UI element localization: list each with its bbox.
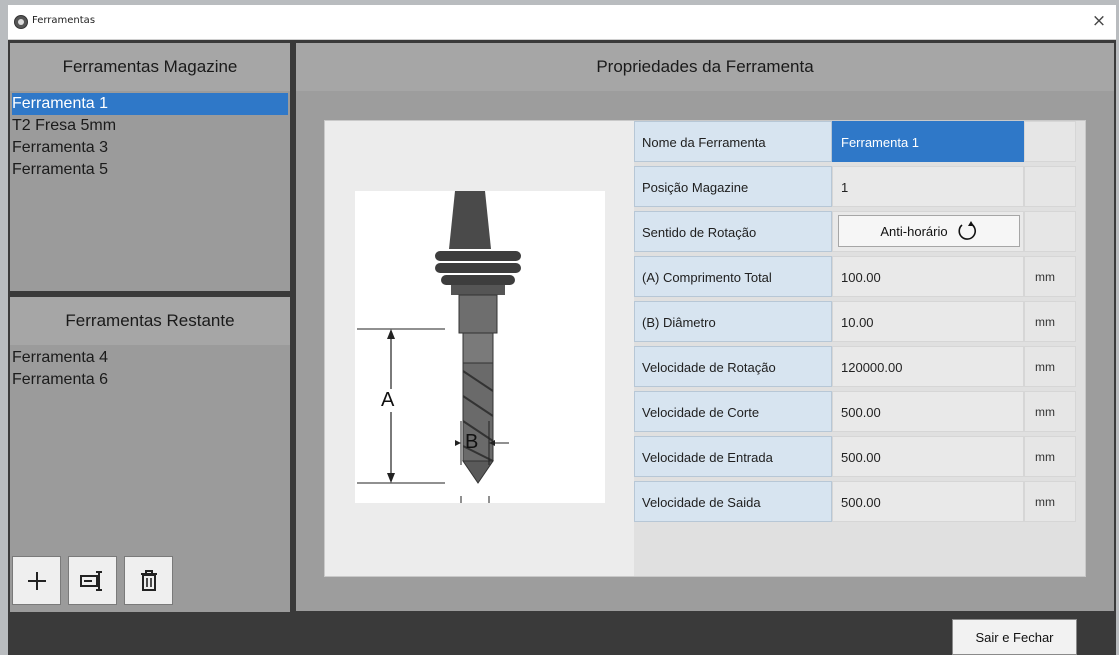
plus-icon [27,571,46,590]
row-unit: mm [1024,391,1076,432]
restante-list[interactable]: Ferramenta 4 Ferramenta 6 [10,345,290,393]
rotation-direction-button[interactable]: Anti-horário [838,215,1020,247]
properties-header: Propriedades da Ferramenta [296,43,1114,91]
row-label: Velocidade de Rotação [634,346,832,387]
list-item[interactable]: Ferramenta 5 [12,159,288,181]
trash-icon [140,569,157,591]
magazine-header: Ferramentas Magazine [10,43,290,91]
list-item[interactable]: Ferramenta 6 [12,369,288,391]
properties-panel: Propriedades da Ferramenta A B Nome da F… [296,43,1114,611]
title-bar: Ferramentas × [8,5,1116,40]
table-row: Velocidade de Entrada 500.00 mm [634,436,1085,478]
tool-window: Ferramentas × Ferramentas Magazine Ferra… [8,5,1116,655]
table-row: Sentido de Rotação Anti-horário [634,211,1085,253]
total-length-field[interactable]: 100.00 [832,256,1024,297]
add-tool-button[interactable] [12,556,61,605]
magazine-list[interactable]: Ferramenta 1 T2 Fresa 5mm Ferramenta 3 F… [10,91,290,183]
window-title: Ferramentas [32,15,96,26]
row-label: Sentido de Rotação [634,211,832,252]
row-label: Posição Magazine [634,166,832,207]
diameter-field[interactable]: 10.00 [832,301,1024,342]
row-unit: mm [1024,436,1076,477]
tool-name-field[interactable]: Ferramenta 1 [832,121,1024,162]
properties-grid: Nome da Ferramenta Ferramenta 1 Posição … [634,121,1085,576]
exit-speed-field[interactable]: 500.00 [832,481,1024,522]
table-row: (B) Diâmetro 10.00 mm [634,301,1085,343]
row-label: (B) Diâmetro [634,301,832,342]
entry-speed-field[interactable]: 500.00 [832,436,1024,477]
list-item[interactable]: Ferramenta 4 [12,347,288,369]
dimension-b-label: B [465,431,479,453]
table-row: Velocidade de Corte 500.00 mm [634,391,1085,433]
bottom-bar [8,612,1116,655]
rotate-icon [958,221,976,240]
dimension-a-label: A [381,389,395,412]
row-unit: mm [1024,481,1076,522]
row-unit: mm [1024,256,1076,297]
row-label: (A) Comprimento Total [634,256,832,297]
rotation-speed-field[interactable]: 120000.00 [832,346,1024,387]
dimension-b: B [441,421,525,465]
row-unit [1024,211,1076,252]
table-row: Nome da Ferramenta Ferramenta 1 [634,121,1085,163]
row-unit: mm [1024,346,1076,387]
rotation-direction-label: Anti-horário [880,223,948,239]
row-label: Velocidade de Corte [634,391,832,432]
rename-tool-button[interactable] [68,556,117,605]
list-item[interactable]: T2 Fresa 5mm [12,115,288,137]
delete-tool-button[interactable] [124,556,173,605]
close-icon[interactable]: × [1090,11,1108,31]
list-item[interactable]: Ferramenta 1 [12,93,288,115]
magazine-position-field[interactable]: 1 [832,166,1024,207]
properties-card: A B Nome da Ferramenta Ferramenta 1 Posi… [324,120,1086,577]
exit-close-button[interactable]: Sair e Fechar [952,619,1077,655]
list-item[interactable]: Ferramenta 3 [12,137,288,159]
table-row: Velocidade de Saida 500.00 mm [634,481,1085,523]
rename-icon [79,570,102,591]
row-label: Velocidade de Entrada [634,436,832,477]
app-icon [14,15,28,29]
row-unit: mm [1024,301,1076,342]
table-row: Posição Magazine 1 [634,166,1085,208]
tool-list-toolbar [12,556,284,605]
table-row: Velocidade de Rotação 120000.00 mm [634,346,1085,388]
table-row: (A) Comprimento Total 100.00 mm [634,256,1085,298]
restante-header: Ferramentas Restante [10,297,290,345]
cutting-speed-field[interactable]: 500.00 [832,391,1024,432]
row-unit [1024,121,1076,162]
row-label: Velocidade de Saida [634,481,832,522]
magazine-panel: Ferramentas Magazine Ferramenta 1 T2 Fre… [10,43,290,291]
row-unit [1024,166,1076,207]
row-label: Nome da Ferramenta [634,121,832,162]
